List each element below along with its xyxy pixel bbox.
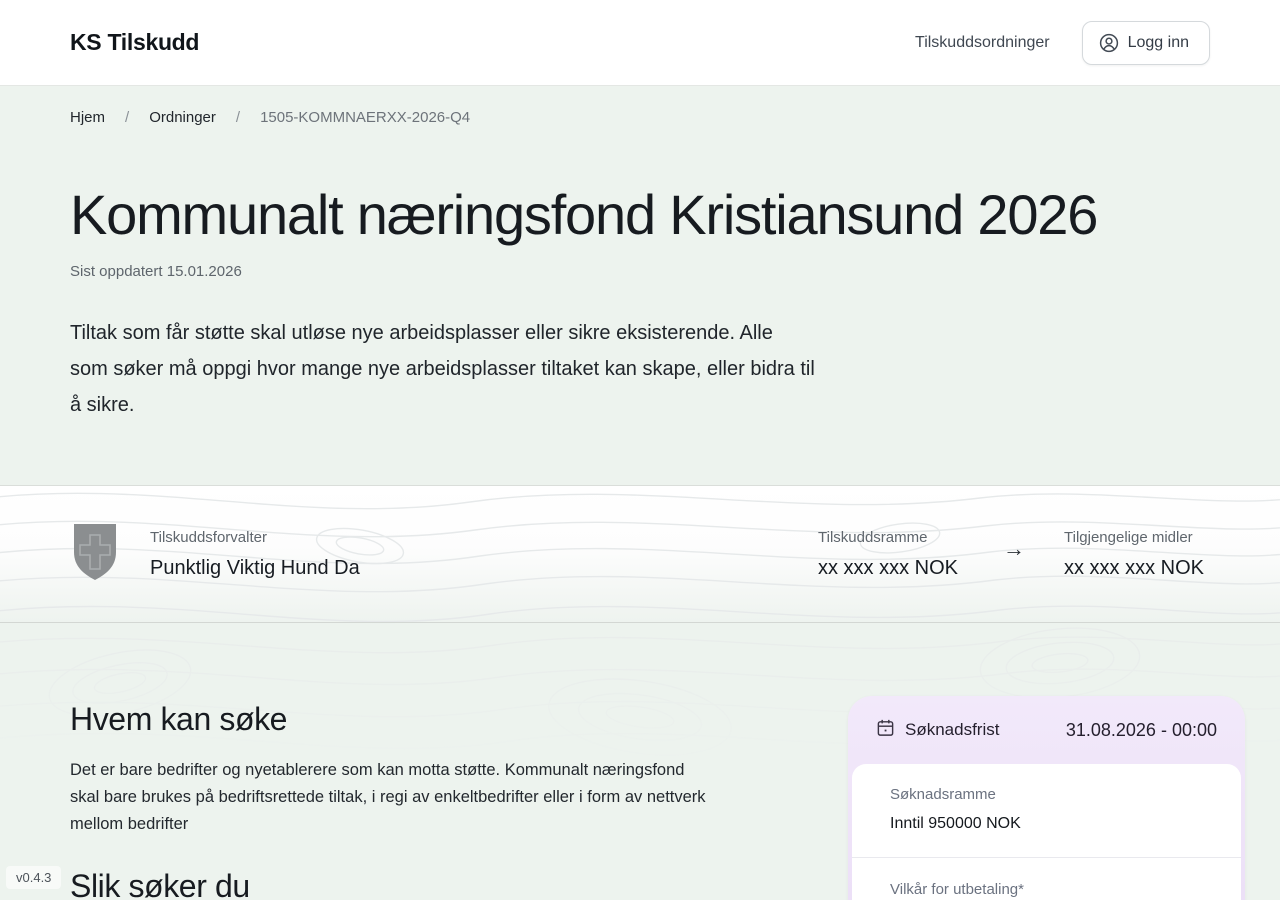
breadcrumb-separator: / bbox=[236, 108, 240, 128]
deadline-card: Søknadsfrist 31.08.2026 - 00:00 Søknadsr… bbox=[848, 696, 1245, 900]
soknadsramme-label: Søknadsramme bbox=[890, 785, 1213, 804]
deadline-value: 31.08.2026 - 00:00 bbox=[1066, 720, 1217, 741]
last-updated-text: Sist oppdatert 15.01.2026 bbox=[70, 263, 1210, 280]
soknadsramme-value: Inntil 950000 NOK bbox=[890, 814, 1213, 834]
calendar-icon bbox=[876, 718, 895, 743]
intro-paragraph: Tiltak som får støtte skal utløse nye ar… bbox=[70, 315, 1210, 423]
vilkar-label: Vilkår for utbetaling* bbox=[890, 880, 1213, 899]
breadcrumb-separator: / bbox=[125, 108, 129, 128]
breadcrumb: Hjem / Ordninger / 1505-KOMMNAERXX-2026-… bbox=[70, 108, 1210, 128]
manager-info: Tilskuddsforvalter Punktlig Viktig Hund … bbox=[150, 529, 360, 580]
breadcrumb-ordninger[interactable]: Ordninger bbox=[149, 108, 216, 128]
available-funds-info: Tilgjengelige midler xx xxx xxx NOK bbox=[1064, 529, 1204, 580]
nav-link-tilskuddsordninger[interactable]: Tilskuddsordninger bbox=[915, 34, 1050, 52]
intro-line: Tiltak som får støtte skal utløse nye ar… bbox=[70, 315, 1210, 351]
who-can-apply-paragraph: Det er bare bedrifter og nyetablerere so… bbox=[70, 757, 790, 838]
manager-label: Tilskuddsforvalter bbox=[150, 529, 360, 547]
app-header: KS Tilskudd Tilskuddsordninger Logg inn bbox=[0, 0, 1280, 86]
who-line: mellom bedrifter bbox=[70, 811, 790, 838]
card-row-vilkar: Vilkår for utbetaling* bbox=[852, 857, 1241, 900]
breadcrumb-current: 1505-KOMMNAERXX-2026-Q4 bbox=[260, 108, 470, 128]
available-funds-label: Tilgjengelige midler bbox=[1064, 529, 1204, 547]
arrow-right-icon: → bbox=[1003, 536, 1025, 562]
header-nav: Tilskuddsordninger Logg inn bbox=[915, 21, 1210, 65]
hero-section: Hjem / Ordninger / 1505-KOMMNAERXX-2026-… bbox=[0, 86, 1280, 485]
section-title-how-to-apply: Slik søker du bbox=[70, 866, 790, 900]
login-button-label: Logg inn bbox=[1128, 34, 1189, 52]
card-row-soknadsramme: Søknadsramme Inntil 950000 NOK bbox=[852, 764, 1241, 857]
available-funds-value: xx xxx xxx NOK bbox=[1064, 556, 1204, 580]
article-column: Hvem kan søke Det er bare bedrifter og n… bbox=[70, 623, 790, 900]
manager-band: Tilskuddsforvalter Punktlig Viktig Hund … bbox=[0, 485, 1280, 623]
deadline-card-body: Søknadsramme Inntil 950000 NOK Vilkår fo… bbox=[852, 764, 1241, 900]
page-title: Kommunalt næringsfond Kristiansund 2026 bbox=[70, 183, 1210, 247]
breadcrumb-home[interactable]: Hjem bbox=[70, 108, 105, 128]
version-badge: v0.4.3 bbox=[6, 866, 61, 889]
who-line: Det er bare bedrifter og nyetablerere so… bbox=[70, 757, 790, 784]
who-line: skal bare brukes på bedriftsrettede tilt… bbox=[70, 784, 790, 811]
grant-frame-label: Tilskuddsramme bbox=[818, 529, 958, 547]
deadline-card-header: Søknadsfrist 31.08.2026 - 00:00 bbox=[848, 696, 1245, 764]
manager-name: Punktlig Viktig Hund Da bbox=[150, 556, 360, 580]
deadline-label: Søknadsfrist bbox=[905, 720, 999, 740]
main-content: Hvem kan søke Det er bare bedrifter og n… bbox=[0, 623, 1280, 899]
manager-band-content: Tilskuddsforvalter Punktlig Viktig Hund … bbox=[0, 486, 1280, 622]
brand-logo[interactable]: KS Tilskudd bbox=[70, 29, 199, 56]
shield-icon bbox=[72, 522, 118, 587]
grant-frame-info: Tilskuddsramme xx xxx xxx NOK bbox=[818, 529, 958, 580]
intro-line: som søker må oppgi hvor mange nye arbeid… bbox=[70, 351, 1210, 387]
user-circle-icon bbox=[1099, 33, 1119, 53]
section-title-who-can-apply: Hvem kan søke bbox=[70, 699, 790, 739]
grant-frame-value: xx xxx xxx NOK bbox=[818, 556, 958, 580]
login-button[interactable]: Logg inn bbox=[1082, 21, 1210, 65]
intro-line: å sikre. bbox=[70, 387, 1210, 423]
